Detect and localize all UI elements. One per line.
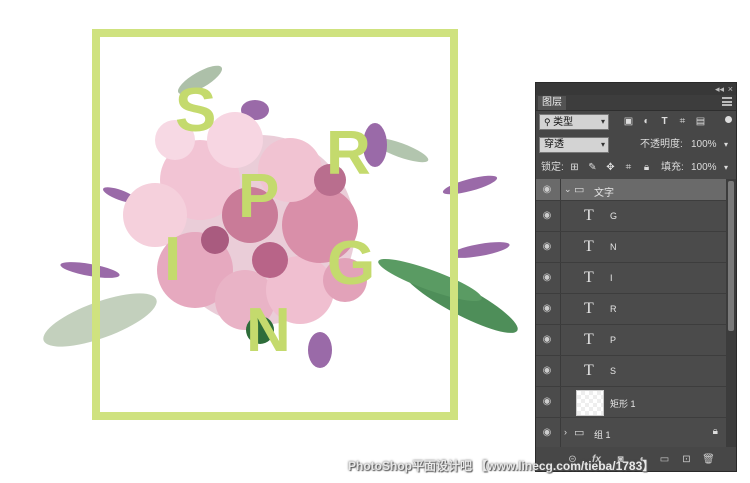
layer-scrollbar[interactable] <box>726 179 736 449</box>
divider <box>560 325 561 355</box>
text-layer-icon: T <box>584 207 594 224</box>
layer-row-text[interactable]: ◉ T G <box>536 201 726 232</box>
chevron-down-icon[interactable]: ▾ <box>724 137 728 153</box>
chevron-down-icon[interactable]: ⌄ <box>564 184 572 195</box>
chevron-down-icon: ▾ <box>600 117 605 126</box>
lock-artboard-icon[interactable]: ⌗ <box>622 161 635 174</box>
layer-row-text[interactable]: ◉ T R <box>536 294 726 325</box>
adjustment-filter-icon[interactable]: ◐ <box>640 115 653 128</box>
scrollbar-thumb[interactable] <box>728 181 734 331</box>
eye-icon[interactable]: ◉ <box>540 242 554 252</box>
filter-row: ⚲ 类型 ▾ ▣ ◐ T ⌗ ▤ <box>536 111 736 133</box>
layer-name: 文字 <box>594 188 614 199</box>
layer-row-text[interactable]: ◉ T P <box>536 325 726 356</box>
panel-menu-icon[interactable] <box>722 97 732 106</box>
layer-list: ◉ ⌄ ▭ 文字 ◉ T G ◉ T N ◉ T I ◉ T R ◉ T P ◉… <box>536 179 726 449</box>
shape-filter-icon[interactable]: ⌗ <box>676 115 689 128</box>
new-group-icon[interactable]: ▭ <box>658 453 671 466</box>
lock-position-icon[interactable]: ✥ <box>604 161 617 174</box>
new-layer-icon[interactable]: ⊡ <box>680 453 693 466</box>
layers-panel: ◂◂ × 图层 ⚲ 类型 ▾ ▣ ◐ T ⌗ ▤ 穿透 ▾ 不透明度: 100%… <box>535 82 737 472</box>
divider <box>560 294 561 324</box>
layer-name: N <box>610 242 617 252</box>
text-filter-icon[interactable]: T <box>658 115 671 128</box>
text-layer-icon: T <box>584 331 594 348</box>
lock-transparent-icon[interactable]: ⊞ <box>568 161 581 174</box>
layer-name: I <box>610 273 613 283</box>
opacity-input[interactable]: 100% <box>691 137 717 153</box>
text-layer-icon: T <box>584 238 594 255</box>
divider <box>560 179 561 200</box>
layer-row-text[interactable]: ◉ T N <box>536 232 726 263</box>
lock-row: 锁定: ⊞ ✎ ✥ ⌗ 🔒︎ 填充: 100% ▾ <box>536 157 736 179</box>
layer-row-shape[interactable]: ◉ 矩形 1 <box>536 387 726 418</box>
image-filter-icon[interactable]: ▣ <box>622 115 635 128</box>
layer-thumbnail <box>576 390 604 416</box>
letter-s: S <box>175 76 217 145</box>
letter-g: G <box>327 229 376 298</box>
close-icon[interactable]: × <box>728 83 733 95</box>
eye-icon[interactable]: ◉ <box>540 335 554 345</box>
chevron-down-icon[interactable]: ▾ <box>724 160 728 176</box>
search-icon: ⚲ <box>544 117 554 127</box>
lock-all-icon[interactable]: 🔒︎ <box>640 161 653 174</box>
divider <box>560 232 561 262</box>
eye-icon[interactable]: ◉ <box>540 304 554 314</box>
fill-input[interactable]: 100% <box>691 160 717 176</box>
letter-i: I <box>164 225 182 294</box>
blend-mode-value: 穿透 <box>544 139 564 150</box>
layer-row-group-collapsed[interactable]: ◉ › ▭ 组 1 🔒︎ <box>536 418 726 449</box>
letter-r: R <box>326 119 371 188</box>
opacity-label: 不透明度: <box>640 139 683 150</box>
layer-name: 矩形 1 <box>610 399 636 409</box>
smart-object-filter-icon[interactable]: ▤ <box>694 115 707 128</box>
folder-icon: ▭ <box>574 427 585 439</box>
filter-toggle-icon[interactable] <box>725 116 732 123</box>
divider <box>560 201 561 231</box>
blend-mode-select[interactable]: 穿透 ▾ <box>539 137 609 153</box>
eye-icon[interactable]: ◉ <box>540 428 554 438</box>
letter-p: P <box>238 162 280 231</box>
watermark-text: PhotoShop平面设计吧 【www.linecg.com/tieba/178… <box>348 459 655 473</box>
layer-name: S <box>610 366 617 376</box>
eye-icon[interactable]: ◉ <box>540 211 554 221</box>
collapse-icon[interactable]: ◂◂ <box>715 83 724 95</box>
chevron-right-icon[interactable]: › <box>564 427 567 437</box>
divider <box>560 418 561 448</box>
tab-layers[interactable]: 图层 <box>538 96 566 110</box>
eye-icon[interactable]: ◉ <box>540 185 554 195</box>
letter-n: N <box>246 296 291 365</box>
text-layer-icon: T <box>584 300 594 317</box>
layer-name: G <box>610 211 618 221</box>
divider <box>560 387 561 417</box>
eye-icon[interactable]: ◉ <box>540 397 554 407</box>
chevron-down-icon: ▾ <box>600 140 605 149</box>
text-layer-icon: T <box>584 362 594 379</box>
eye-icon[interactable]: ◉ <box>540 273 554 283</box>
layer-row-text[interactable]: ◉ T S <box>536 356 726 387</box>
text-layer-icon: T <box>584 269 594 286</box>
divider <box>560 356 561 386</box>
blend-row: 穿透 ▾ 不透明度: 100% ▾ <box>536 134 736 156</box>
layer-row-text[interactable]: ◉ T I <box>536 263 726 294</box>
folder-icon: ▭ <box>574 184 585 196</box>
eye-icon[interactable]: ◉ <box>540 366 554 376</box>
filter-kind-value: 类型 <box>553 117 574 128</box>
lock-paint-icon[interactable]: ✎ <box>586 161 599 174</box>
document-canvas[interactable]: S P R I G N <box>0 0 535 483</box>
divider <box>560 263 561 293</box>
layer-name: R <box>610 304 617 314</box>
layer-name: 组 1 <box>594 430 611 440</box>
lock-label: 锁定: <box>541 162 564 173</box>
layer-name: P <box>610 335 617 345</box>
panel-titlebar[interactable]: ◂◂ × <box>536 83 736 95</box>
fill-label: 填充: <box>661 162 684 173</box>
lock-icon: 🔒︎ <box>712 426 718 437</box>
trash-icon[interactable]: 🗑︎ <box>702 453 715 466</box>
filter-kind-select[interactable]: ⚲ 类型 ▾ <box>539 114 609 130</box>
layer-row-group[interactable]: ◉ ⌄ ▭ 文字 <box>536 179 726 201</box>
panel-tab-row: 图层 <box>536 95 736 111</box>
